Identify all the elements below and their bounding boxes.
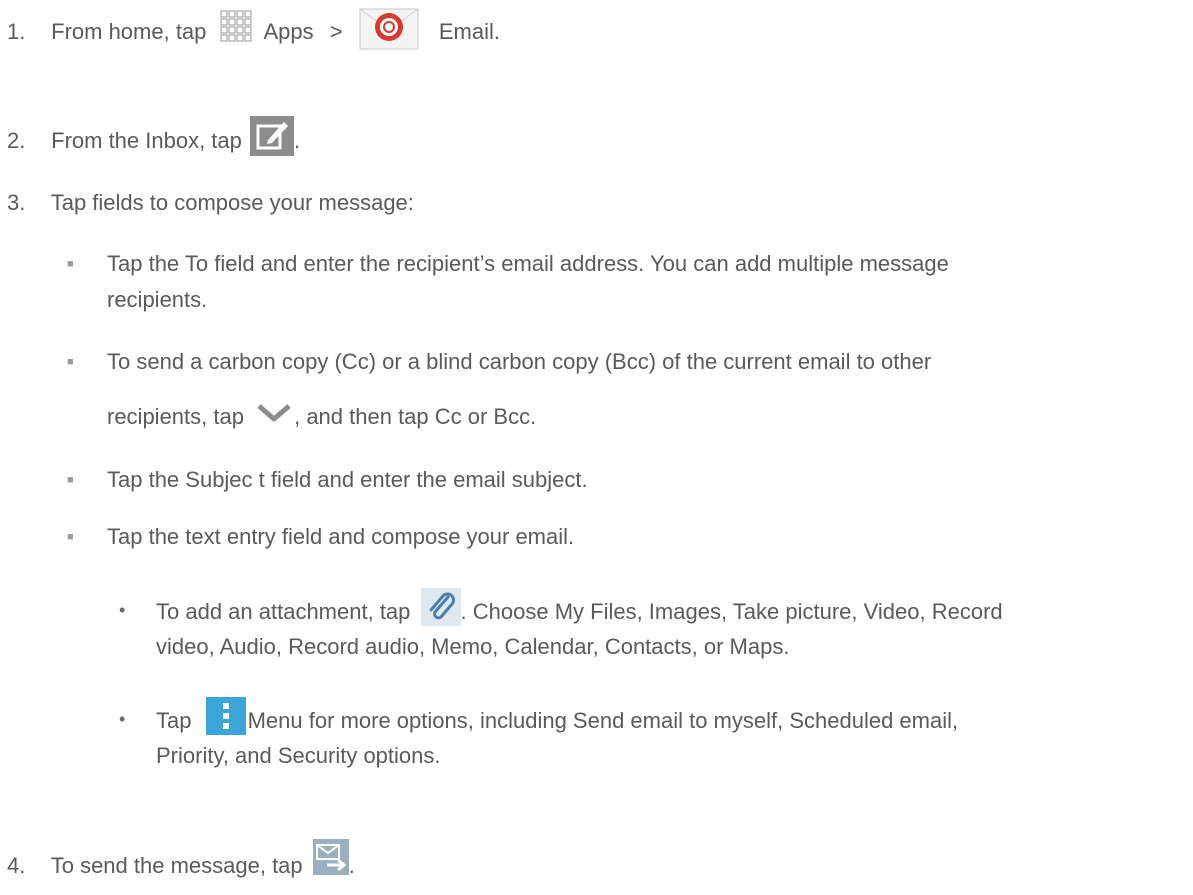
bullet-dot-icon: • — [119, 709, 126, 729]
chevron-down-icon — [256, 400, 292, 422]
apps-grid-icon — [219, 10, 255, 44]
email-label: Email — [438, 18, 494, 44]
bullet-item: ■ Tap the To field and enter the recipie… — [67, 248, 949, 280]
bullet-square-icon: ■ — [67, 356, 74, 368]
apps-label: Apps — [263, 18, 314, 44]
step-number: 3. — [7, 190, 26, 215]
step-text: Tap fields to compose your message: — [50, 190, 414, 215]
bullet-item: ■ Tap the text entry field and compose y… — [67, 521, 574, 553]
bullet-square-icon: ■ — [67, 258, 74, 270]
step-number: 2. — [7, 127, 26, 153]
step-number: 4. — [7, 852, 26, 878]
menu-label: Menu — [247, 707, 303, 733]
sub-bullet-item: • To add an attachment, tap . Choose My … — [119, 588, 1003, 632]
bullet-square-icon: ■ — [67, 531, 74, 543]
bullet-dot-icon: • — [119, 600, 126, 620]
step-number: 1. — [7, 18, 26, 44]
step-1: 1. From home, tap Apps > Email. — [7, 8, 500, 54]
menu-icon — [205, 697, 246, 735]
send-icon — [312, 839, 349, 875]
separator: > — [329, 18, 343, 44]
bullet-item: ■ Tap the Subjec t field and enter the e… — [67, 464, 588, 496]
step-3: 3. Tap fields to compose your message: — [7, 187, 414, 219]
step-text: To send the message, tap — [50, 852, 303, 878]
bullet-item: ■ To send a carbon copy (Cc) or a blind … — [67, 346, 931, 378]
sub-bullet-item: • Tap Menu for more options, including S… — [119, 697, 958, 741]
step-text: From home, tap — [51, 18, 207, 44]
step-text: From the Inbox, tap — [51, 127, 242, 153]
paperclip-icon — [420, 588, 461, 626]
step-2: 2. From the Inbox, tap . — [7, 116, 300, 162]
step-4: 4. To send the message, tap . — [7, 839, 355, 885]
bullet-square-icon: ■ — [67, 474, 74, 486]
email-app-icon — [359, 8, 419, 50]
compose-icon — [250, 116, 295, 156]
